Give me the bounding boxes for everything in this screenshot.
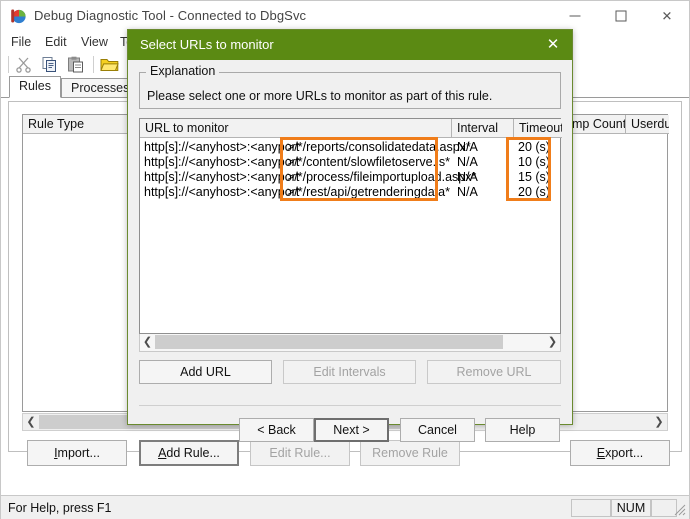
cancel-button-label: Cancel bbox=[418, 423, 457, 437]
url-timeout: 20 (s) bbox=[518, 185, 550, 199]
dialog-title-bar: Select URLs to monitor ✕ bbox=[128, 30, 572, 60]
help-button-label: Help bbox=[509, 423, 536, 437]
column-header-timeout[interactable]: Timeout bbox=[514, 119, 562, 138]
tab-processes[interactable]: Processes bbox=[61, 78, 133, 97]
next-button-label: Next > bbox=[333, 423, 370, 437]
app-icon bbox=[10, 8, 27, 25]
url-timeout: 10 (s) bbox=[518, 155, 550, 169]
remove-url-button-label: Remove URL bbox=[456, 365, 532, 379]
menu-item-file[interactable]: File bbox=[7, 34, 35, 50]
url-prefix: http[s]://<anyhost>:<anyport bbox=[144, 170, 300, 184]
copy-icon[interactable] bbox=[41, 56, 61, 74]
paste-icon[interactable] bbox=[67, 56, 87, 74]
edit-rule-button: Edit Rule... bbox=[250, 440, 350, 466]
url-path: >/*/process/fileimportupload.aspx* bbox=[287, 170, 477, 184]
url-interval: N/A bbox=[457, 140, 478, 154]
table-row[interactable]: http[s]://<anyhost>:<anyport >/*/rest/ap… bbox=[140, 185, 560, 200]
explanation-text: Please select one or more URLs to monito… bbox=[147, 89, 493, 103]
window-title: Debug Diagnostic Tool - Connected to Dbg… bbox=[34, 8, 307, 23]
close-icon: ✕ bbox=[546, 36, 560, 53]
add-url-button-label: Add URL bbox=[180, 365, 231, 379]
url-prefix: http[s]://<anyhost>:<anyport bbox=[144, 140, 300, 154]
toolbar-separator-1 bbox=[8, 56, 9, 73]
open-folder-icon[interactable] bbox=[100, 56, 120, 74]
url-path: >/*/reports/consolidatedata.aspx* bbox=[287, 140, 471, 154]
add-url-button[interactable]: Add URL bbox=[139, 360, 272, 384]
minimize-icon bbox=[569, 15, 581, 17]
remove-rule-button-label: Remove Rule bbox=[372, 446, 448, 460]
import-button[interactable]: Import... bbox=[27, 440, 127, 466]
menu-item-edit[interactable]: Edit bbox=[41, 34, 71, 50]
tab-rules-label: Rules bbox=[19, 79, 51, 93]
url-prefix: http[s]://<anyhost>:<anyport bbox=[144, 155, 300, 169]
edit-intervals-button-label: Edit Intervals bbox=[313, 365, 386, 379]
close-button[interactable]: ✕ bbox=[644, 1, 690, 31]
column-header-rule-type[interactable]: Rule Type bbox=[23, 115, 131, 134]
export-button-label: xport... bbox=[605, 446, 644, 460]
resize-grip-icon[interactable] bbox=[674, 504, 686, 516]
export-button-mnemonic: E bbox=[596, 446, 606, 460]
export-button[interactable]: Export... bbox=[570, 440, 670, 466]
back-button[interactable]: < Back bbox=[239, 418, 314, 442]
table-row[interactable]: http[s]://<anyhost>:<anyport >/*/content… bbox=[140, 155, 560, 170]
column-header-dump-count[interactable]: mp Count bbox=[567, 115, 626, 134]
scroll-left-icon[interactable]: ❮ bbox=[23, 414, 39, 430]
toolbar-separator-2 bbox=[93, 56, 94, 73]
application-window: Debug Diagnostic Tool - Connected to Dbg… bbox=[0, 0, 690, 519]
url-path: >/*/content/slowfiletoserve.js* bbox=[287, 155, 450, 169]
url-prefix: http[s]://<anyhost>:<anyport bbox=[144, 185, 300, 199]
url-timeout: 20 (s) bbox=[518, 140, 550, 154]
url-list[interactable]: URL to monitor Interval Timeout http[s]:… bbox=[139, 118, 562, 334]
column-header-interval[interactable]: Interval bbox=[452, 119, 514, 138]
dialog-title: Select URLs to monitor bbox=[140, 37, 274, 52]
minimize-button[interactable] bbox=[552, 1, 598, 31]
url-list-horizontal-scrollbar[interactable]: ❮ ❯ bbox=[139, 334, 561, 352]
tab-processes-label: Processes bbox=[71, 81, 130, 95]
column-header-userdump[interactable]: Userdum bbox=[626, 115, 669, 134]
table-row[interactable]: http[s]://<anyhost>:<anyport >/*/process… bbox=[140, 170, 560, 185]
title-bar: Debug Diagnostic Tool - Connected to Dbg… bbox=[1, 1, 689, 31]
menu-item-view[interactable]: View bbox=[77, 34, 112, 50]
select-urls-dialog: Select URLs to monitor ✕ Explanation Ple… bbox=[127, 29, 573, 442]
scroll-right-icon[interactable]: ❯ bbox=[545, 334, 560, 350]
add-rule-button[interactable]: Add Rule... bbox=[139, 440, 239, 466]
maximize-button[interactable] bbox=[598, 1, 644, 31]
maximize-icon bbox=[615, 10, 627, 22]
edit-rule-button-label: Edit Rule... bbox=[269, 446, 331, 460]
url-timeout: 15 (s) bbox=[518, 170, 550, 184]
status-bar: For Help, press F1 NUM bbox=[1, 495, 689, 519]
next-button[interactable]: Next > bbox=[314, 418, 389, 442]
cancel-button[interactable]: Cancel bbox=[400, 418, 475, 442]
url-interval: N/A bbox=[457, 185, 478, 199]
help-button[interactable]: Help bbox=[485, 418, 560, 442]
remove-url-button: Remove URL bbox=[427, 360, 561, 384]
column-header-url[interactable]: URL to monitor bbox=[140, 119, 452, 138]
remove-rule-button: Remove Rule bbox=[360, 440, 460, 466]
back-button-label: < Back bbox=[257, 423, 296, 437]
scroll-left-icon[interactable]: ❮ bbox=[140, 334, 155, 350]
url-interval: N/A bbox=[457, 170, 478, 184]
import-button-label: mport... bbox=[57, 446, 100, 460]
dialog-close-button[interactable]: ✕ bbox=[540, 34, 566, 56]
add-rule-button-label: dd Rule... bbox=[166, 446, 220, 460]
close-icon: ✕ bbox=[661, 8, 673, 24]
edit-intervals-button: Edit Intervals bbox=[283, 360, 416, 384]
tab-rules[interactable]: Rules bbox=[9, 76, 61, 98]
scrollbar-thumb[interactable] bbox=[155, 335, 503, 349]
status-panel-num: NUM bbox=[611, 499, 651, 517]
explanation-legend: Explanation bbox=[146, 64, 220, 78]
scroll-right-icon[interactable]: ❯ bbox=[651, 414, 667, 430]
status-help-text: For Help, press F1 bbox=[8, 501, 112, 515]
table-row[interactable]: http[s]://<anyhost>:<anyport >/*/reports… bbox=[140, 140, 560, 155]
url-interval: N/A bbox=[457, 155, 478, 169]
dialog-separator bbox=[139, 405, 561, 406]
status-panel-1 bbox=[571, 499, 611, 517]
url-path: >/*/rest/api/getrenderingdata* bbox=[287, 185, 450, 199]
cut-icon[interactable] bbox=[15, 56, 35, 74]
